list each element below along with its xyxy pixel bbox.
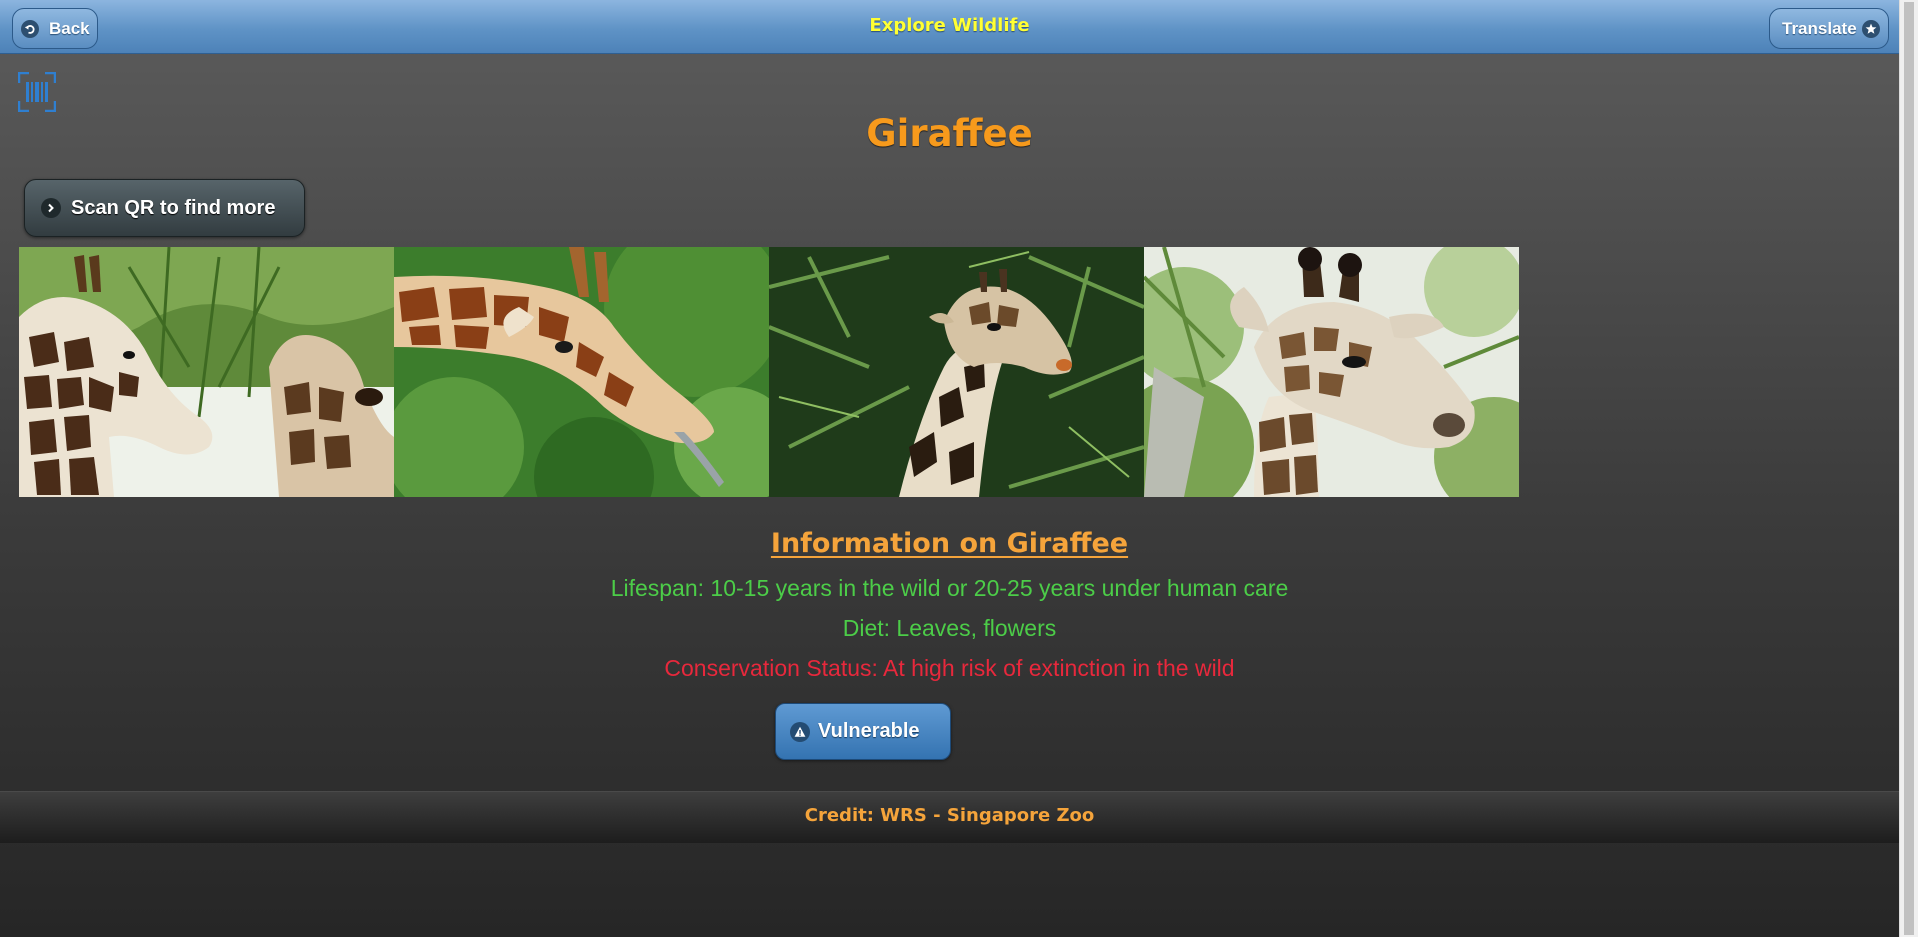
giraffe-photo xyxy=(1144,247,1519,497)
conservation-status-text: Conservation Status: At high risk of ext… xyxy=(664,655,1235,681)
warning-icon xyxy=(790,721,810,742)
photo-gallery xyxy=(19,247,1519,497)
giraffe-photo xyxy=(19,247,394,497)
footer-bar: Credit: WRS - Singapore Zoo xyxy=(0,791,1899,843)
chevron-right-icon xyxy=(41,198,61,218)
lifespan-text: Lifespan: 10-15 years in the wild or 20-… xyxy=(610,575,1289,601)
header-bar: Back Explore Wildlife Translate xyxy=(0,0,1899,54)
diet-text: Diet: Leaves, flowers xyxy=(842,615,1057,641)
vulnerable-status-button[interactable]: Vulnerable xyxy=(775,703,951,760)
page: Back Explore Wildlife Translate Giraffee… xyxy=(0,0,1899,937)
barcode-icon[interactable] xyxy=(17,71,57,113)
scan-qr-button-label: Scan QR to find more xyxy=(71,196,276,219)
vulnerable-status-label: Vulnerable xyxy=(818,720,920,742)
translate-button-label: Translate xyxy=(1782,18,1857,38)
star-icon xyxy=(1862,19,1880,38)
vertical-scrollbar[interactable] xyxy=(1899,0,1918,937)
credit-text: Credit: WRS - Singapore Zoo xyxy=(804,805,1095,826)
giraffe-photo xyxy=(769,247,1144,497)
animal-title: Giraffee xyxy=(866,112,1033,155)
giraffe-photo xyxy=(394,247,769,497)
info-heading: Information on Giraffee xyxy=(770,528,1129,559)
header-title: Explore Wildlife xyxy=(869,15,1030,36)
scan-qr-button[interactable]: Scan QR to find more xyxy=(24,179,305,237)
translate-button[interactable]: Translate xyxy=(1769,8,1889,49)
scrollbar-thumb[interactable] xyxy=(1904,2,1914,935)
